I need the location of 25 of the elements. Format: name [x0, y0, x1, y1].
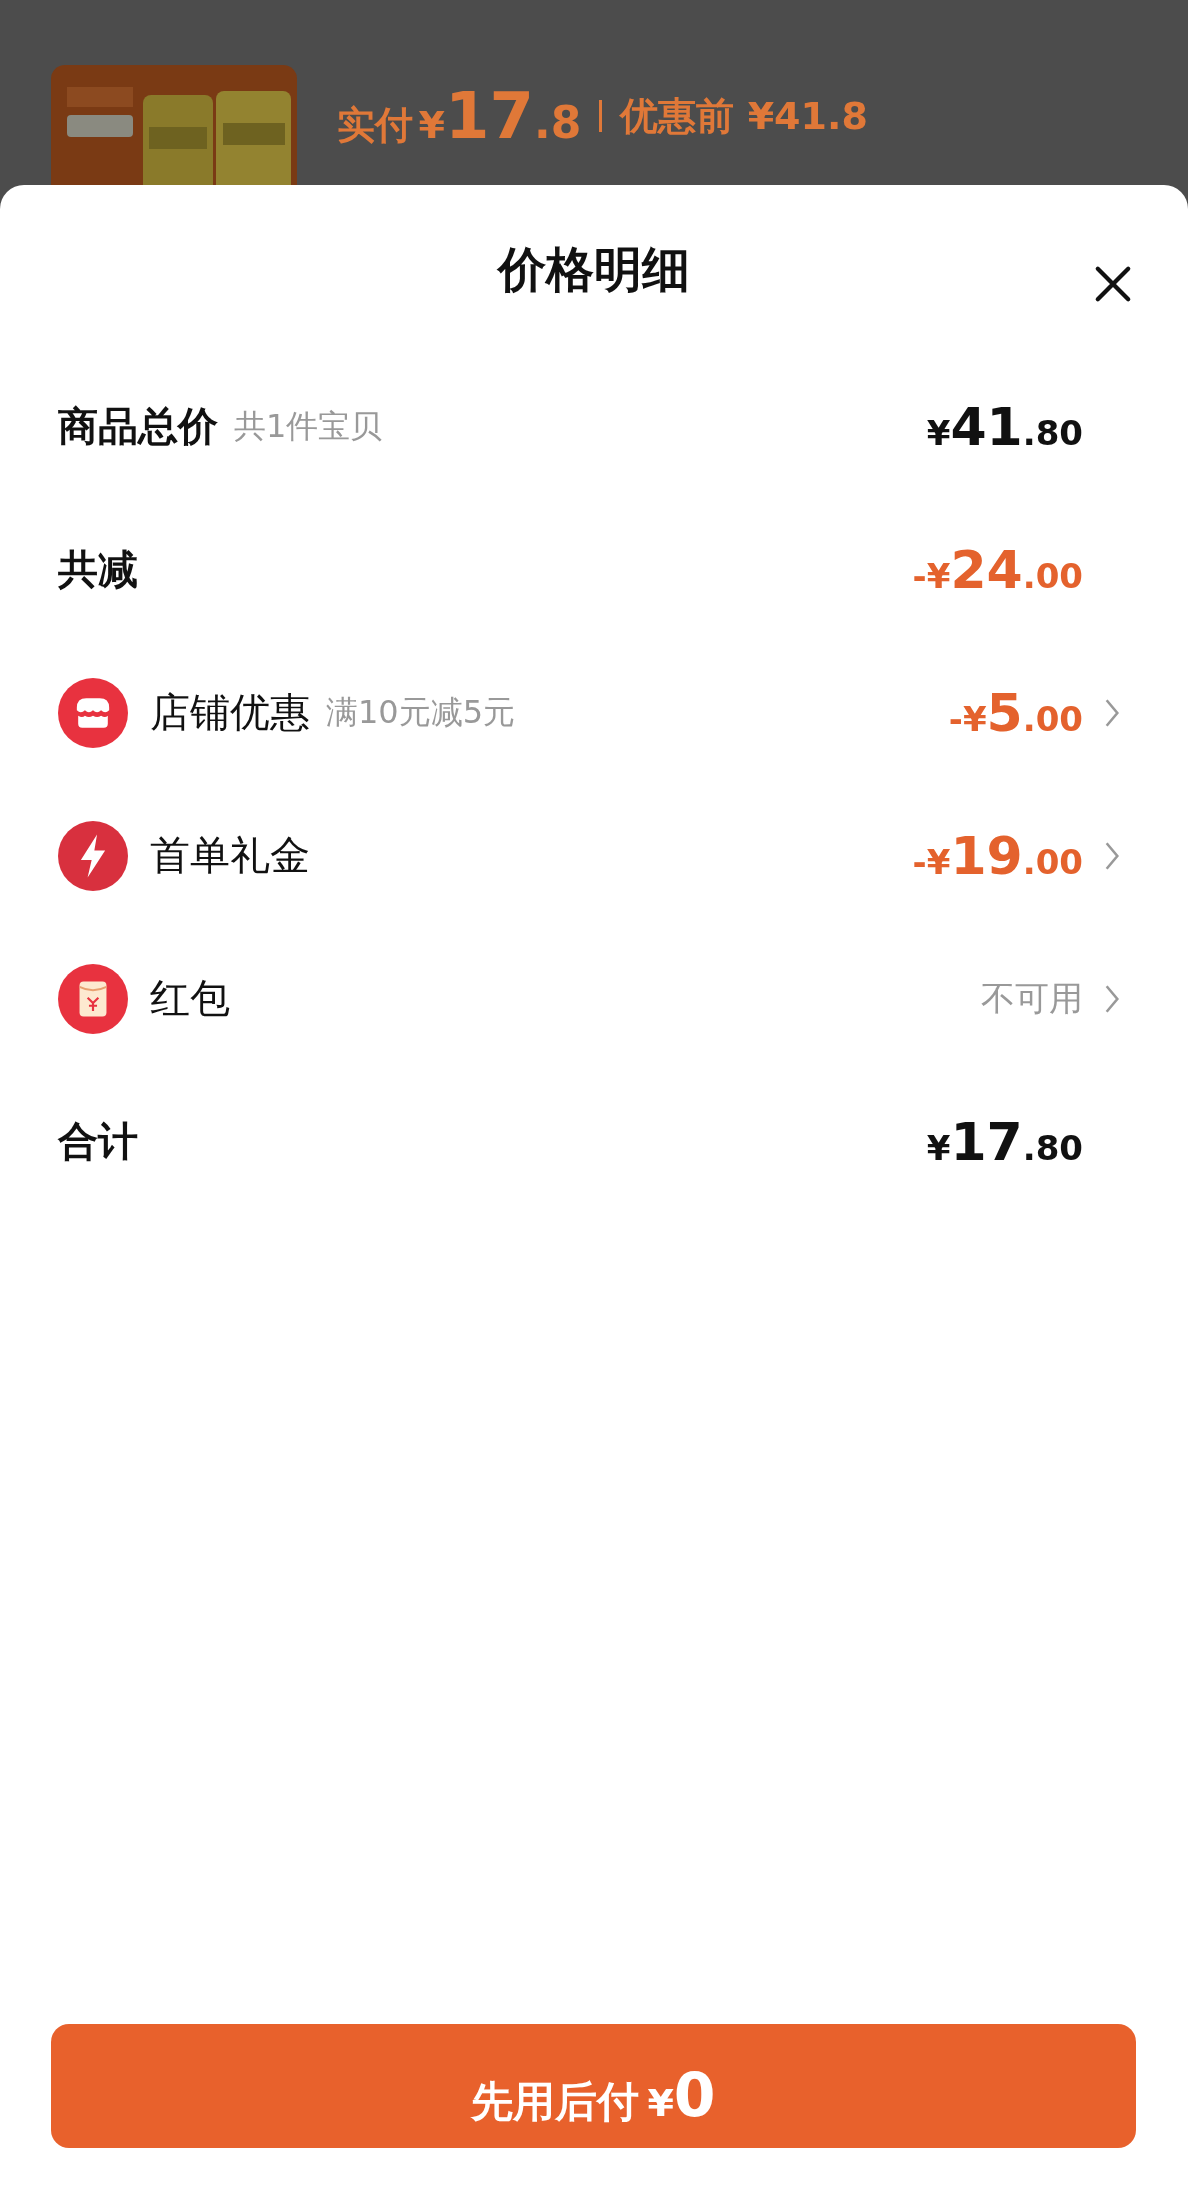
amount: -¥5.00: [948, 682, 1083, 743]
row-label: 首单礼金: [150, 831, 310, 880]
row-label: 店铺优惠: [150, 688, 310, 737]
sheet-title: 价格明细: [498, 240, 690, 299]
close-icon[interactable]: [1094, 265, 1132, 303]
row-label: 红包: [150, 974, 230, 1023]
chevron-icon[interactable]: [1103, 696, 1121, 729]
amount: ¥17.80: [926, 1111, 1083, 1172]
pay-later-button[interactable]: 先用后付 ¥0: [51, 2024, 1136, 2148]
lightning-icon: [58, 820, 128, 891]
amount: ¥41.80: [926, 396, 1083, 457]
amount: -¥24.00: [912, 539, 1083, 600]
status-text: 不可用: [981, 976, 1083, 1020]
row-label: 商品总价: [58, 402, 218, 451]
original-price: 优惠前 ¥41.8: [620, 92, 868, 140]
amount: -¥19.00: [912, 825, 1083, 886]
paid-price: 实付¥17.8: [337, 79, 582, 153]
row-note: 满10元减5元: [326, 691, 516, 733]
chevron-icon[interactable]: [1103, 839, 1121, 872]
money-envelope-icon: [58, 963, 128, 1034]
store-icon: [58, 677, 128, 748]
chevron-icon[interactable]: [1103, 982, 1121, 1015]
row-label: 共减: [58, 545, 138, 594]
row-note: 共1件宝贝: [234, 405, 383, 447]
row-label: 合计: [58, 1117, 138, 1166]
